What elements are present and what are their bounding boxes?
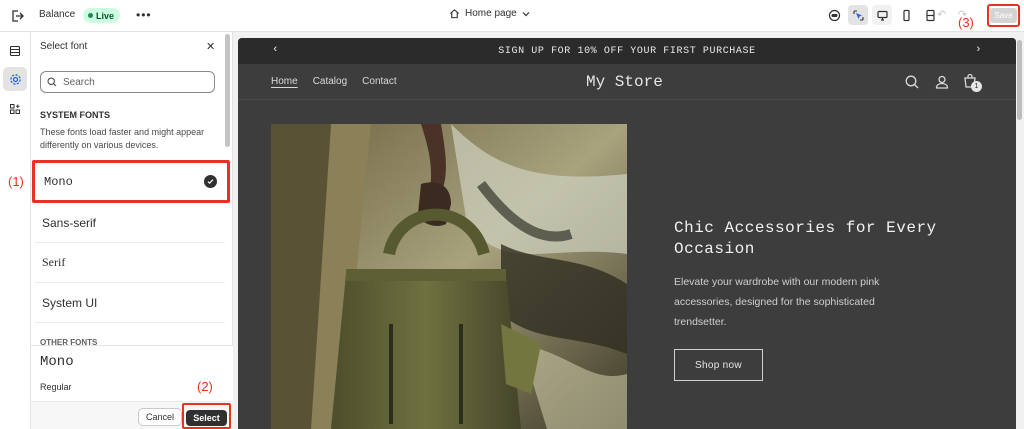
preview-font-style: Regular [40,382,72,392]
hero-image [271,124,627,429]
preview-scrollbar[interactable] [1017,40,1022,120]
font-option-system-ui[interactable]: System UI [35,283,225,323]
editor-rail [0,32,31,429]
hero-text: Elevate your wardrobe with our modern pi… [674,276,880,328]
search-icon [47,77,57,87]
hero-heading: Chic Accessories for Every Occasion [674,219,937,258]
search-input[interactable] [63,76,203,88]
annotation-step-3: (3) [958,15,974,30]
exit-icon[interactable] [8,7,26,25]
cart-count-badge: 1 [971,81,982,92]
font-option-label: System UI [42,295,98,310]
toolbar-icons [824,5,940,25]
theme-settings-icon[interactable] [3,67,27,91]
cancel-button[interactable]: Cancel [138,408,182,426]
page-selector[interactable]: Home page [449,8,530,19]
chevron-down-icon [522,11,530,16]
preview-font-name: Mono [40,354,74,370]
chevron-right-icon[interactable]: › [975,44,982,56]
home-icon [450,9,459,19]
ai-sidekick-icon[interactable] [824,5,844,25]
panel-title: Select font [40,41,88,52]
panel-footer: Cancel Select [31,401,233,429]
status-badge: Live [83,8,121,23]
announcement-text: SIGN UP FOR 10% OFF YOUR FIRST PURCHASE [498,45,756,57]
theme-editor: Balance Live ••• Home page ↶ ↷ Save (3) … [0,0,1024,429]
panel-scrollbar[interactable] [225,34,230,147]
font-option-mono[interactable]: Mono [32,160,230,203]
account-icon[interactable] [934,74,950,90]
close-icon[interactable]: ✕ [206,40,215,53]
chevron-left-icon[interactable]: ‹ [272,44,279,56]
font-option-label: Sans-serif [42,215,97,230]
shop-now-button[interactable]: Shop now [674,349,763,381]
font-option-sans-serif[interactable]: Sans-serif [35,203,225,243]
sections-icon[interactable] [3,39,27,63]
live-dot-icon [88,13,93,18]
nav-link-contact[interactable]: Contact [362,76,396,87]
apps-icon[interactable] [3,97,27,121]
top-bar: Balance Live ••• Home page ↶ ↷ Save [0,0,1024,32]
store-preview: ‹ SIGN UP FOR 10% OFF YOUR FIRST PURCHAS… [238,38,1016,429]
system-fonts-description: These fonts load faster and might appear… [40,127,205,150]
save-button-highlight: Save [987,4,1020,27]
inspector-toggle-icon[interactable] [848,5,868,25]
mobile-view-icon[interactable] [896,5,916,25]
cart-icon[interactable]: 1 [962,72,982,92]
desktop-view-icon[interactable] [872,5,892,25]
theme-name: Balance [39,9,76,20]
page-selector-label: Home page [465,8,517,19]
annotation-step-2: (2) [197,379,213,394]
select-button-highlight: Select [182,403,231,429]
nav-link-home[interactable]: Home [271,76,298,87]
search-icon[interactable] [904,74,920,90]
select-button[interactable]: Select [186,410,227,426]
store-nav: Home Catalog Contact [271,76,397,87]
font-option-label: Mono [44,174,73,189]
font-option-label: Serif [42,255,66,269]
store-logo[interactable]: My Store [586,73,663,91]
system-fonts-heading: SYSTEM FONTS [40,110,111,120]
annotation-step-1: (1) [8,174,24,189]
font-search [40,71,215,93]
font-option-serif[interactable]: Serif [35,243,225,283]
checkmark-icon [204,175,217,188]
announcement-bar: ‹ SIGN UP FOR 10% OFF YOUR FIRST PURCHAS… [238,38,1016,64]
nav-link-catalog[interactable]: Catalog [313,76,347,87]
status-badge-label: Live [96,10,115,21]
more-actions-button[interactable]: ••• [136,8,152,22]
save-button[interactable]: Save [990,8,1017,23]
font-picker-panel: Select font ✕ SYSTEM FONTS These fonts l… [31,32,233,429]
store-header: Home Catalog Contact My Store 1 [238,64,1016,100]
undo-icon[interactable]: ↶ [937,8,946,21]
